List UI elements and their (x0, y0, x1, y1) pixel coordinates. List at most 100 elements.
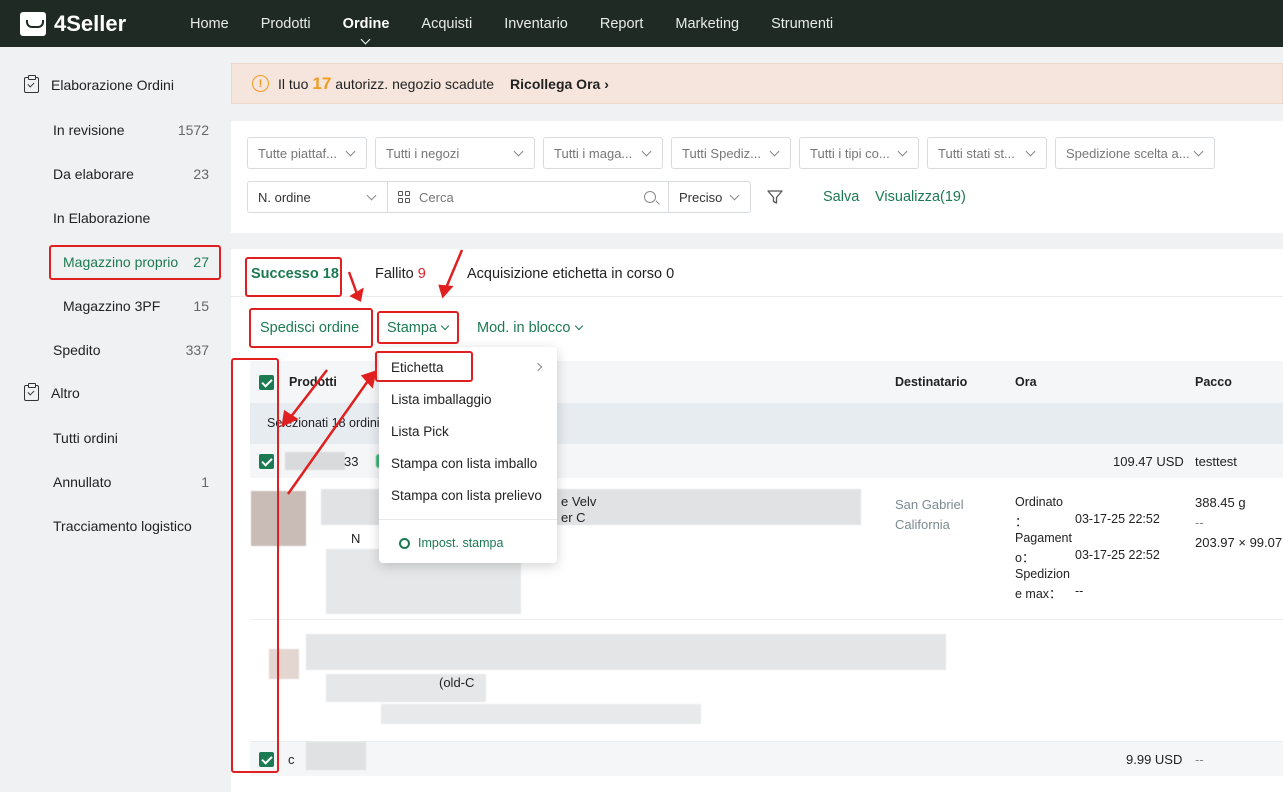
menu-item-pick-list[interactable]: Lista Pick (391, 424, 449, 439)
select-value: Tutti stati st... (938, 145, 1015, 161)
select-value: Tutti i maga... (554, 145, 633, 161)
sidebar-item-magazzino-proprio[interactable]: Magazzino proprio 27 (63, 254, 209, 270)
select-value: Preciso (679, 189, 723, 205)
brand-name: 4Seller (54, 10, 127, 36)
sidebar-item-count: 15 (193, 298, 209, 314)
chevron-down-icon (769, 146, 780, 157)
row-checkbox[interactable] (259, 752, 274, 767)
sidebar-item-tutti-ordini[interactable]: Tutti ordini (53, 430, 209, 446)
package-weight-alt: -- (1195, 515, 1204, 530)
nav-home[interactable]: Home (190, 16, 229, 32)
blurred-product-title (306, 634, 946, 670)
menu-item-packing-list[interactable]: Lista imballaggio (391, 392, 492, 407)
store-select[interactable]: Tutti i negozi (375, 137, 535, 169)
sidebar-item-spedito[interactable]: Spedito 337 (53, 342, 209, 358)
filter-panel: Tutte piattaf... Tutti i negozi Tutti i … (231, 121, 1283, 233)
warehouse-select[interactable]: Tutti i maga... (543, 137, 663, 169)
sidebar-item-annullato[interactable]: Annullato 1 (53, 474, 209, 490)
chevron-down-icon (366, 190, 377, 201)
tab-pending-label[interactable]: Acquisizione etichetta in corso 0 (467, 266, 674, 282)
reconnect-link[interactable]: Ricollega Ora › (510, 76, 609, 92)
product-sku-fragment: (old-C (439, 675, 475, 690)
ship-max-value: -- (1075, 584, 1084, 598)
match-mode-select[interactable]: Preciso (668, 181, 751, 213)
select-value: Tutti Spediz... (682, 145, 761, 161)
clipboard-icon (24, 383, 39, 401)
nav-strumenti[interactable]: Strumenti (771, 16, 833, 32)
tab-success-count: 18 (322, 266, 339, 282)
blurred-order-id (306, 742, 366, 770)
select-all-checkbox[interactable] (259, 375, 274, 390)
sidebar-item-count: 23 (193, 166, 209, 182)
menu-item-label[interactable]: Etichetta (391, 360, 444, 375)
col-time: Ora (1015, 375, 1037, 389)
chevron-down-icon (574, 321, 583, 331)
sidebar-item-in-revisione[interactable]: In revisione 1572 (53, 122, 209, 138)
shipping-select[interactable]: Tutti Spediz... (671, 137, 791, 169)
package-weight: 388.45 g (1195, 495, 1246, 510)
print-button[interactable]: Stampa (387, 320, 450, 336)
grid-icon (398, 191, 410, 203)
row-divider (250, 619, 1283, 620)
print-settings-label: Impost. stampa (418, 536, 504, 550)
tab-success[interactable]: Successo 18 (251, 266, 339, 282)
nav-acquisti[interactable]: Acquisti (421, 16, 472, 32)
print-button-label: Stampa (387, 320, 437, 336)
order-id-head: c (288, 752, 295, 767)
expired-auth-alert: ! Il tuo 17 autorizz. negozio scadute Ri… (231, 63, 1283, 104)
order-amount: 109.47 USD (1113, 454, 1184, 469)
type-select[interactable]: Tutti i tipi co... (799, 137, 919, 169)
select-value: Tutti i negozi (386, 145, 460, 161)
sidebar: Elaborazione Ordini In revisione 1572 Da … (0, 47, 222, 792)
chevron-down-icon (897, 146, 908, 157)
top-navbar: 4Seller Home Prodotti Ordine Acquisti In… (0, 0, 1283, 47)
print-settings-link[interactable]: Impost. stampa (399, 536, 503, 550)
platform-select[interactable]: Tutte piattaf... (247, 137, 367, 169)
sidebar-item-count: 1572 (177, 122, 209, 138)
row-checkbox[interactable] (259, 454, 274, 469)
sidebar-item-magazzino-3pf[interactable]: Magazzino 3PF 15 (63, 298, 209, 314)
ordered-label: Ordinato (1015, 495, 1063, 509)
sidebar-group-processing[interactable]: Elaborazione Ordini (24, 75, 174, 93)
chevron-right-icon (533, 362, 543, 372)
table-row: c 9.99 USD -- (250, 742, 1283, 776)
nav-inventario[interactable]: Inventario (504, 16, 568, 32)
nav-prodotti[interactable]: Prodotti (261, 16, 311, 32)
col-products: Prodotti (289, 375, 337, 389)
status-select[interactable]: Tutti stati st... (927, 137, 1047, 169)
sidebar-item-in-elaborazione[interactable]: In Elaborazione (53, 210, 209, 226)
blurred-product-details (381, 704, 701, 724)
chevron-down-icon (1193, 146, 1204, 157)
filter-icon[interactable] (767, 189, 783, 205)
select-value: Tutti i tipi co... (810, 145, 890, 161)
ship-max-label-2: e max： (1015, 587, 1062, 601)
sidebar-item-label: Tutti ordini (53, 430, 118, 446)
tab-failed[interactable]: Fallito 9 (375, 266, 426, 282)
sidebar-item-label: Tracciamento logistico (53, 518, 192, 534)
sidebar-item-count: 337 (185, 342, 209, 358)
sidebar-group-label: Altro (51, 385, 80, 401)
search-input[interactable]: Cerca (387, 181, 669, 213)
nav-ordine[interactable]: Ordine (343, 16, 389, 44)
sidebar-item-da-elaborare[interactable]: Da elaborare 23 (53, 166, 209, 182)
brand-logo[interactable]: 4Seller (0, 11, 190, 37)
carrier-name: testtest (1195, 454, 1237, 469)
product-title-fragment: e Velv (561, 494, 597, 509)
sidebar-item-tracciamento[interactable]: Tracciamento logistico (53, 518, 209, 534)
nav-report[interactable]: Report (600, 16, 644, 32)
sidebar-item-label: In revisione (53, 122, 125, 138)
sidebar-item-count: 27 (193, 254, 209, 270)
order-field-select[interactable]: N. ordine (247, 181, 388, 213)
chevron-down-icon (440, 321, 450, 331)
nav-marketing[interactable]: Marketing (675, 16, 739, 32)
bulk-edit-button[interactable]: Mod. in blocco (477, 320, 583, 336)
menu-item-print-with-pick[interactable]: Stampa con lista prelievo (391, 488, 542, 503)
save-button[interactable]: Salva (823, 189, 859, 205)
sidebar-group-other[interactable]: Altro (24, 383, 80, 401)
menu-item-print-with-packing[interactable]: Stampa con lista imballo (391, 456, 537, 471)
chosen-shipping-select[interactable]: Spedizione scelta a... (1055, 137, 1215, 169)
ship-order-button[interactable]: Spedisci ordine (260, 320, 359, 336)
view-button[interactable]: Visualizza(19) (875, 189, 966, 205)
tab-success-label: Successo (251, 266, 319, 282)
paid-label: Pagament (1015, 531, 1072, 545)
